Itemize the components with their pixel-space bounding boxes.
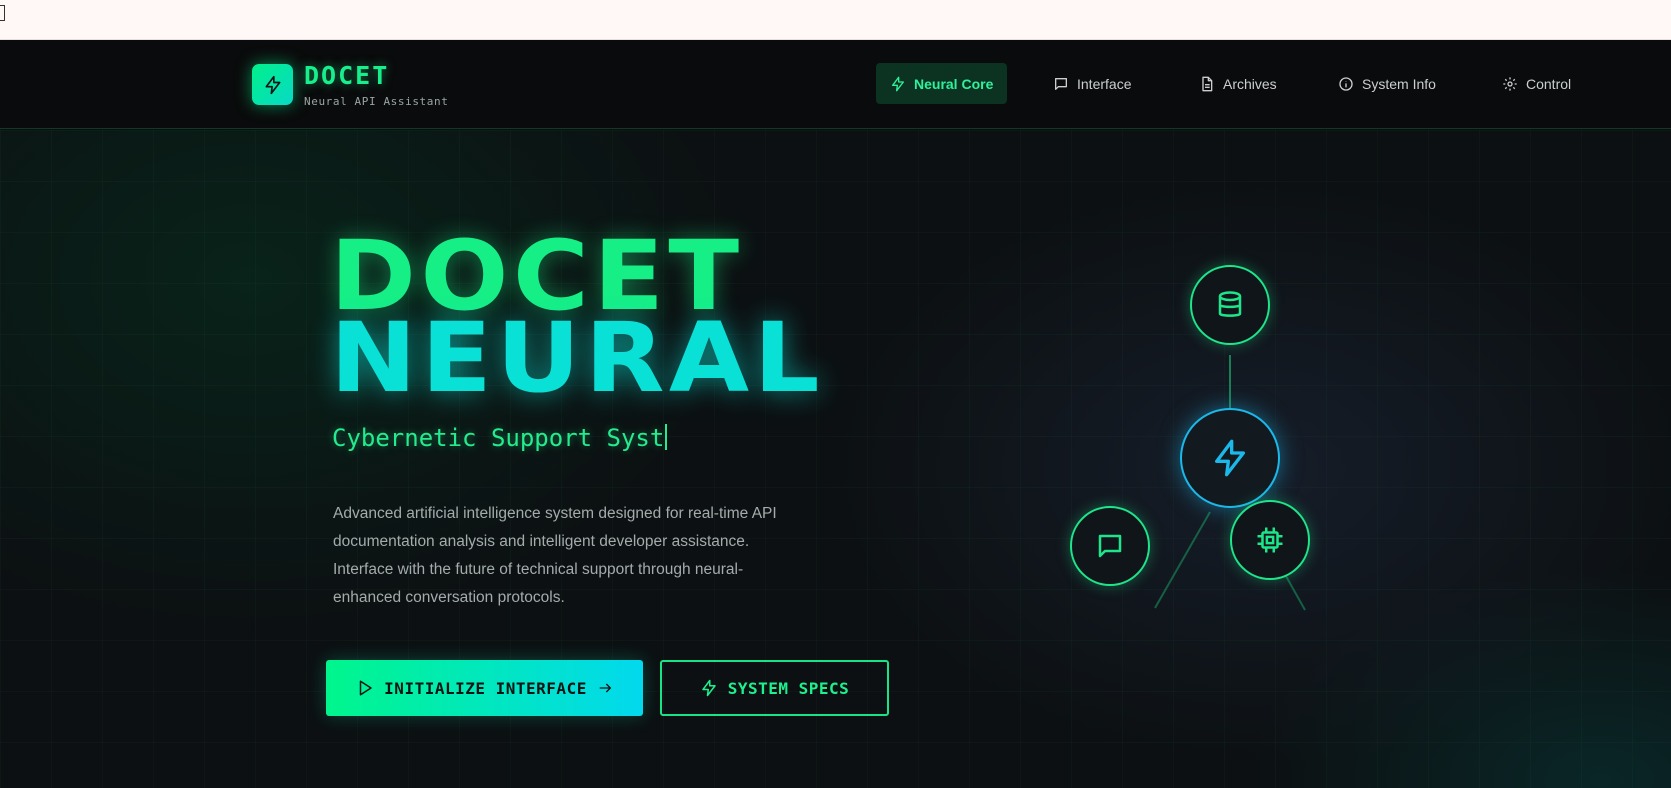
brand-subtitle: Neural API Assistant: [304, 95, 449, 108]
lightning-icon: [701, 679, 716, 697]
tagline-text: Cybernetic Support Syst: [332, 424, 665, 452]
database-node[interactable]: [1190, 265, 1270, 345]
gear-icon: [1503, 76, 1517, 91]
nav-item-label: System Info: [1362, 75, 1436, 92]
nav-item-label: Interface: [1077, 75, 1132, 92]
hero-tagline: Cybernetic Support Syst: [332, 424, 668, 452]
system-specs-button[interactable]: SYSTEM SPECS: [660, 660, 889, 716]
document-icon: [1202, 76, 1213, 91]
initialize-interface-button[interactable]: INITIALIZE INTERFACE: [326, 660, 643, 716]
initialize-interface-label: INITIALIZE INTERFACE: [384, 678, 587, 698]
hero-section: DOCET NEURAL Cybernetic Support Syst Adv…: [0, 130, 1671, 788]
chat-icon: [1055, 77, 1067, 90]
brand-title[interactable]: DOCET: [304, 61, 389, 90]
database-icon: [1218, 291, 1242, 317]
info-icon: [1339, 76, 1353, 91]
system-specs-label: SYSTEM SPECS: [727, 678, 850, 698]
window-control-icon[interactable]: [0, 5, 5, 21]
nav-item-control[interactable]: Control: [1488, 63, 1585, 104]
lightning-icon: [1215, 439, 1245, 477]
logo-lightning-icon[interactable]: [252, 64, 293, 105]
lightning-icon: [892, 76, 904, 91]
nav-item-label: Control: [1526, 75, 1572, 92]
top-navbar: DOCET Neural API Assistant Neural Core I…: [0, 40, 1671, 129]
chip-icon: [1257, 527, 1283, 553]
browser-top-strip: [0, 0, 1671, 40]
core-node[interactable]: [1180, 408, 1280, 508]
play-icon: [359, 680, 372, 696]
typing-cursor: [665, 424, 668, 450]
hero-headline-line2: NEURAL: [330, 302, 824, 414]
nav-item-label: Archives: [1223, 75, 1277, 92]
nav-item-neural-core[interactable]: Neural Core: [876, 63, 1008, 104]
hero-description: Advanced artificial intelligence system …: [333, 505, 777, 606]
nav-item-archives[interactable]: Archives: [1185, 63, 1291, 104]
chat-node[interactable]: [1070, 506, 1150, 586]
chat-icon: [1098, 534, 1122, 558]
nav-item-label: Neural Core: [914, 75, 994, 92]
arrow-right-icon: [599, 683, 612, 693]
nav-item-system-info[interactable]: System Info: [1324, 63, 1450, 104]
chip-node[interactable]: [1230, 500, 1310, 580]
nav-item-interface[interactable]: Interface: [1039, 63, 1145, 104]
